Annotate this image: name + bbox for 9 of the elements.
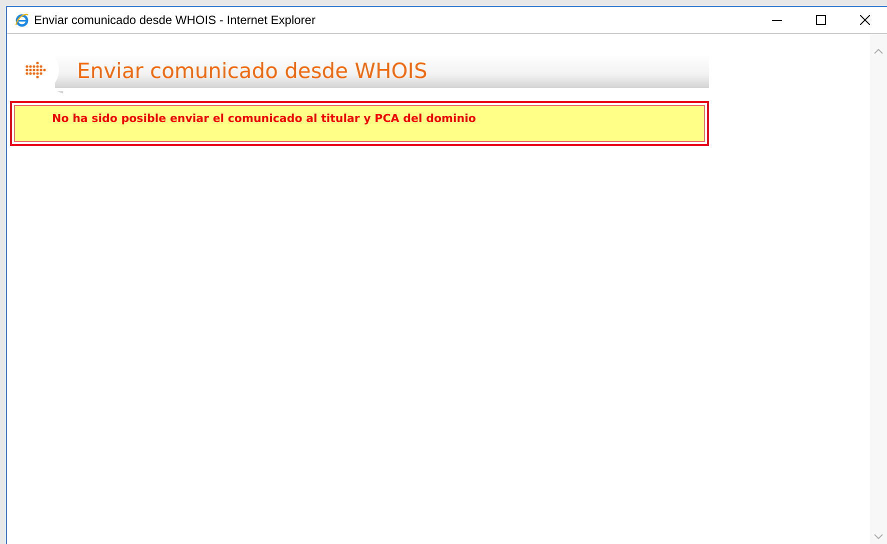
browser-logo-icon (15, 13, 29, 27)
maximize-icon (816, 15, 826, 25)
scroll-up-icon[interactable] (874, 48, 883, 54)
window-title: Enviar comunicado desde WHOIS - Internet Explorer (34, 13, 316, 27)
close-icon (860, 15, 870, 25)
error-message: No ha sido posible enviar el comunicado al titular y PCA del dominio (52, 112, 477, 125)
scroll-down-icon[interactable] (874, 534, 883, 540)
scrollbar[interactable] (870, 34, 887, 544)
page-heading: Enviar comunicado desde WHOIS (77, 59, 428, 83)
